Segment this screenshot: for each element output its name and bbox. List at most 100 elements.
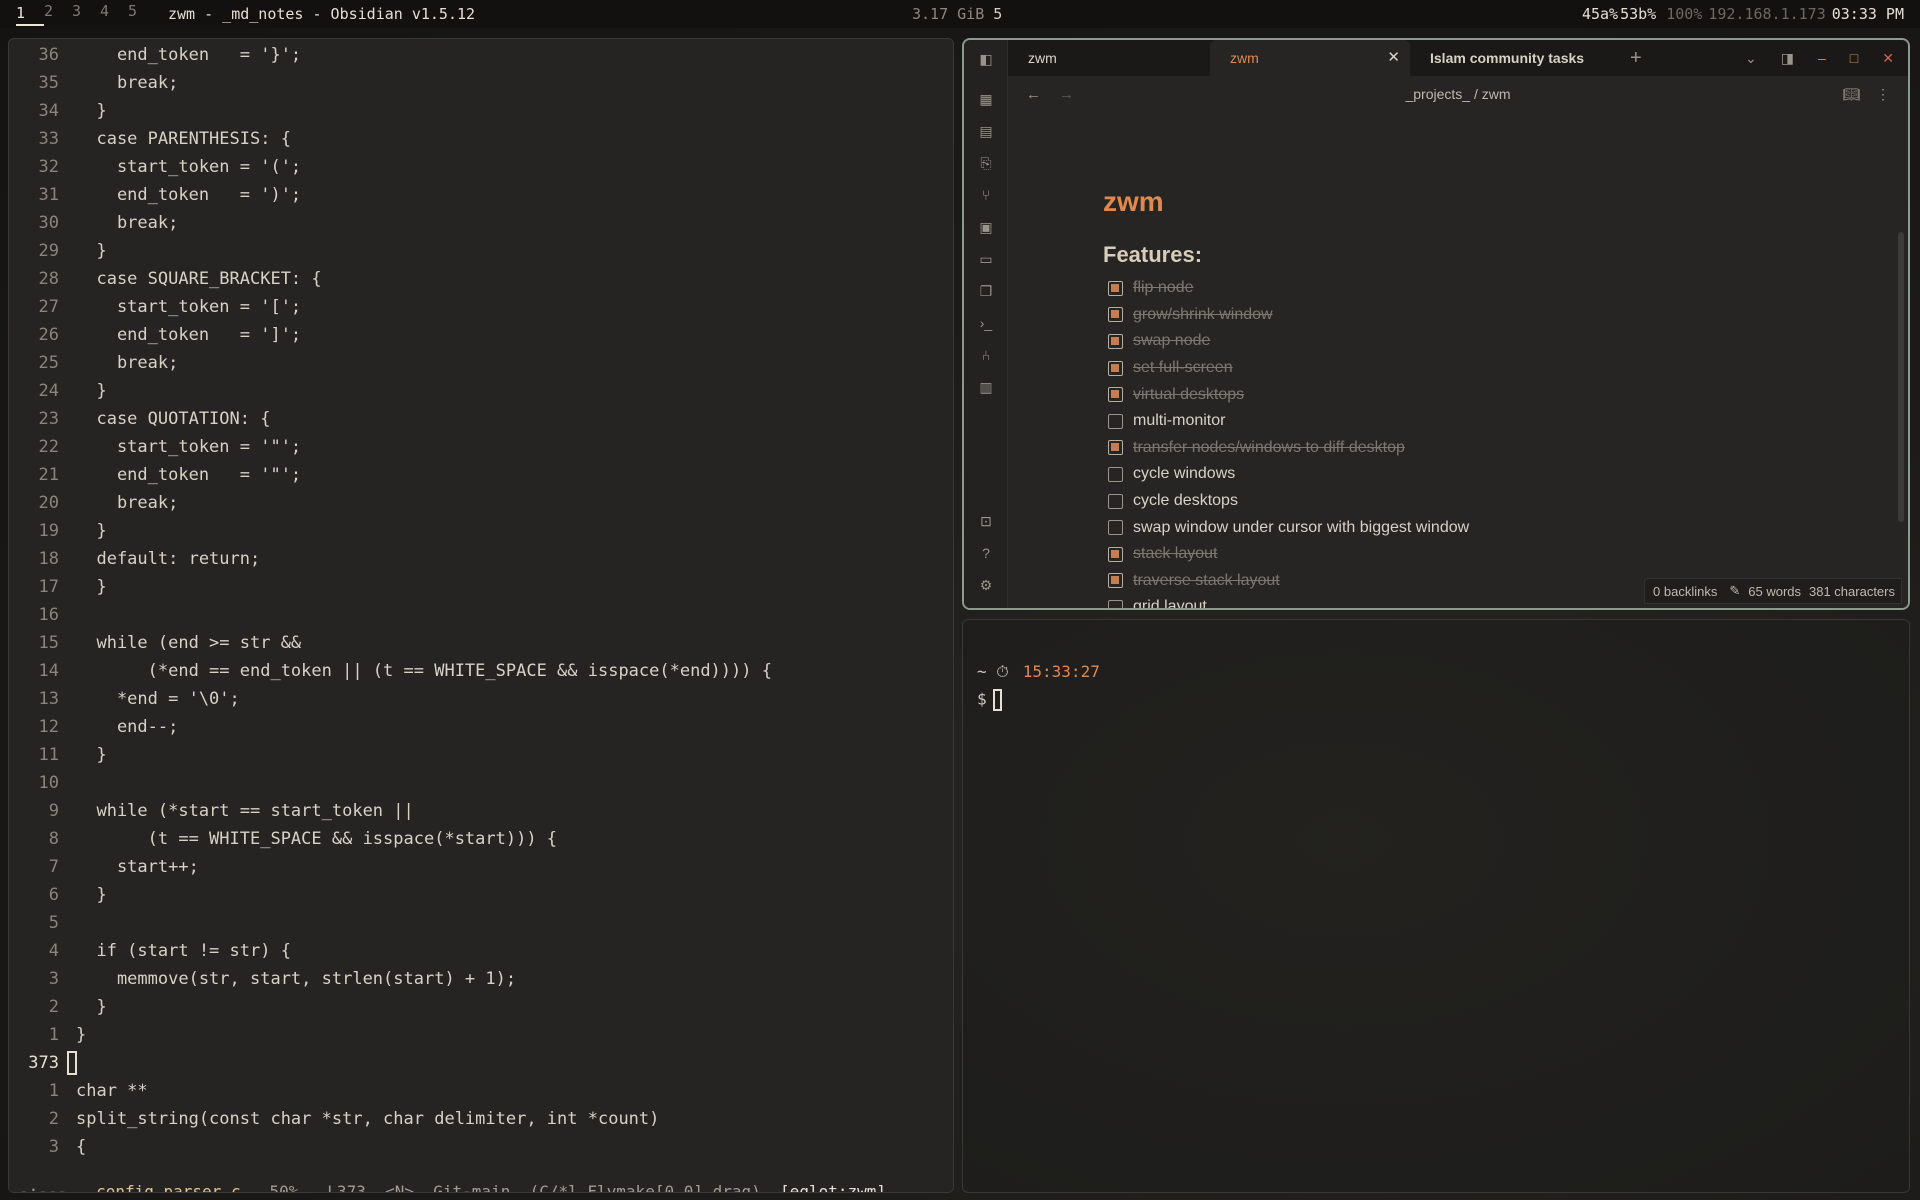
- code-line[interactable]: 11 }: [9, 741, 953, 769]
- code-line[interactable]: 20 break;: [9, 489, 953, 517]
- code-line[interactable]: 12 end--;: [9, 713, 953, 741]
- code-text[interactable]: }: [76, 993, 106, 1021]
- backlinks-count[interactable]: 0 backlinks: [1653, 584, 1717, 599]
- code-line[interactable]: 30 break;: [9, 209, 953, 237]
- code-text[interactable]: while (end >= str &&: [76, 629, 301, 657]
- code-line[interactable]: 33 case PARENTHESIS: {: [9, 125, 953, 153]
- settings-gear-icon[interactable]: ⚙: [977, 576, 995, 594]
- code-line[interactable]: 1}: [9, 1021, 953, 1049]
- reading-view-book-icon[interactable]: 📖︎: [1842, 86, 1860, 103]
- code-text[interactable]: while (*start == start_token ||: [76, 797, 413, 825]
- scrollbar[interactable]: [1898, 232, 1904, 522]
- edit-pencil-icon[interactable]: ✎: [1729, 583, 1740, 599]
- code-text[interactable]: }: [76, 1021, 86, 1049]
- code-line[interactable]: 2 split_string(const char *str, char deli…: [9, 1105, 953, 1133]
- note-title[interactable]: zwm: [1103, 186, 1164, 218]
- code-text[interactable]: }: [76, 517, 106, 545]
- code-text[interactable]: case PARENTHESIS: {: [76, 125, 290, 153]
- code-text[interactable]: (*end == end_token || (t == WHITE_SPACE …: [76, 657, 772, 685]
- task-checkbox[interactable]: [1108, 466, 1123, 482]
- workspace-1[interactable]: 1: [16, 2, 44, 26]
- note-content[interactable]: zwm Features: flip node grow/shrink windo…: [1008, 112, 1908, 608]
- code-text[interactable]: end_token = ']';: [76, 321, 301, 349]
- code-line[interactable]: 23 case QUOTATION: {: [9, 405, 953, 433]
- code-text[interactable]: break;: [76, 69, 178, 97]
- code-line[interactable]: 9 while (*start == start_token ||: [9, 797, 953, 825]
- template-icon[interactable]: ▥: [977, 378, 995, 396]
- code-text[interactable]: memmove(str, start, strlen(start) + 1);: [76, 965, 516, 993]
- workspace-5[interactable]: 5: [128, 2, 156, 26]
- code-line[interactable]: 3{: [9, 1133, 953, 1161]
- breadcrumb[interactable]: _projects_ / zwm: [1008, 86, 1908, 102]
- task-text[interactable]: virtual desktops: [1133, 386, 1244, 404]
- code-text[interactable]: }: [76, 881, 106, 909]
- code-text[interactable]: }: [76, 573, 106, 601]
- workspace-3[interactable]: 3: [72, 2, 100, 26]
- code-text[interactable]: case SQUARE_BRACKET: {: [76, 265, 321, 293]
- code-line[interactable]: 24 }: [9, 377, 953, 405]
- task-text[interactable]: swap node: [1133, 332, 1210, 350]
- task-item[interactable]: swap node: [1108, 328, 1469, 355]
- code-text[interactable]: end_token = ')';: [76, 181, 301, 209]
- presentation-icon[interactable]: ▤: [977, 122, 995, 140]
- chevron-down-icon[interactable]: ⌄: [1745, 50, 1757, 67]
- task-item[interactable]: virtual desktops: [1108, 381, 1469, 408]
- task-item[interactable]: stack layout: [1108, 541, 1469, 568]
- git-branch[interactable]: Git-main: [433, 1182, 510, 1192]
- code-text[interactable]: }: [76, 237, 106, 265]
- task-item[interactable]: swap window under cursor with biggest wi…: [1108, 514, 1469, 541]
- code-line[interactable]: 17 }: [9, 573, 953, 601]
- code-line[interactable]: 18 default: return;: [9, 545, 953, 573]
- task-checkbox[interactable]: [1108, 413, 1123, 429]
- code-line[interactable]: 7 start++;: [9, 853, 953, 881]
- code-line[interactable]: 34 }: [9, 97, 953, 125]
- help-icon[interactable]: ?: [977, 544, 995, 562]
- code-line[interactable]: 16: [9, 601, 953, 629]
- task-text[interactable]: grow/shrink window: [1133, 306, 1273, 324]
- code-line[interactable]: 35 break;: [9, 69, 953, 97]
- tab-zwm[interactable]: zwm: [1008, 40, 1210, 76]
- task-item[interactable]: grid layout: [1108, 594, 1469, 608]
- code-line[interactable]: 8 (t == WHITE_SPACE && isspace(*start)))…: [9, 825, 953, 853]
- code-text[interactable]: }: [76, 377, 106, 405]
- code-line[interactable]: 4 if (start != str) {: [9, 937, 953, 965]
- code-text[interactable]: if (start != str) {: [76, 937, 290, 965]
- table-icon[interactable]: ▦: [977, 90, 995, 108]
- code-line[interactable]: 1 char **: [9, 1077, 953, 1105]
- code-text[interactable]: *end = '\0';: [76, 685, 240, 713]
- task-text[interactable]: swap window under cursor with biggest wi…: [1133, 519, 1469, 537]
- code-line[interactable]: 36 end_token = '}';: [9, 41, 953, 69]
- task-text[interactable]: traverse stack layout: [1133, 572, 1280, 590]
- tab-zwm-active[interactable]: zwm ✕: [1210, 40, 1410, 76]
- task-checkbox[interactable]: [1108, 387, 1123, 403]
- code-text[interactable]: end--;: [76, 713, 178, 741]
- git-icon[interactable]: ⑃: [977, 346, 995, 364]
- code-line[interactable]: 15 while (end >= str &&: [9, 629, 953, 657]
- sidebar-toggle-icon[interactable]: ◧: [977, 50, 995, 68]
- code-text[interactable]: {: [76, 1133, 86, 1161]
- tab-islam-community-tasks[interactable]: Islam community tasks: [1410, 40, 1630, 76]
- terminal-window[interactable]: ~ ⏱ 15:33:27 $: [962, 619, 1910, 1193]
- task-checkbox[interactable]: [1108, 307, 1123, 323]
- new-tab-plus-icon[interactable]: +: [1630, 47, 1642, 70]
- task-checkbox[interactable]: [1108, 333, 1123, 349]
- code-line[interactable]: 28 case SQUARE_BRACKET: {: [9, 265, 953, 293]
- task-checkbox[interactable]: [1108, 280, 1123, 296]
- code-buffer[interactable]: 36 end_token = '}'; 35 break; 34 } 33 case …: [9, 41, 953, 1161]
- code-text[interactable]: start_token = '[';: [76, 293, 301, 321]
- minimize-icon[interactable]: –: [1818, 50, 1826, 66]
- code-line[interactable]: 6 }: [9, 881, 953, 909]
- code-line[interactable]: 32 start_token = '(';: [9, 153, 953, 181]
- code-text[interactable]: end_token = '"';: [76, 461, 301, 489]
- graph-icon[interactable]: ⑂: [977, 186, 995, 204]
- code-text[interactable]: start_token = '"';: [76, 433, 301, 461]
- code-text[interactable]: break;: [76, 489, 178, 517]
- code-line[interactable]: 2 }: [9, 993, 953, 1021]
- task-checkbox[interactable]: [1108, 360, 1123, 376]
- more-options-icon[interactable]: ⋮: [1876, 86, 1890, 103]
- prompt-line[interactable]: $: [977, 689, 1002, 711]
- code-line[interactable]: 5: [9, 909, 953, 937]
- task-item[interactable]: cycle windows: [1108, 461, 1469, 488]
- close-window-icon[interactable]: ✕: [1882, 50, 1894, 67]
- code-line[interactable]: 27 start_token = '[';: [9, 293, 953, 321]
